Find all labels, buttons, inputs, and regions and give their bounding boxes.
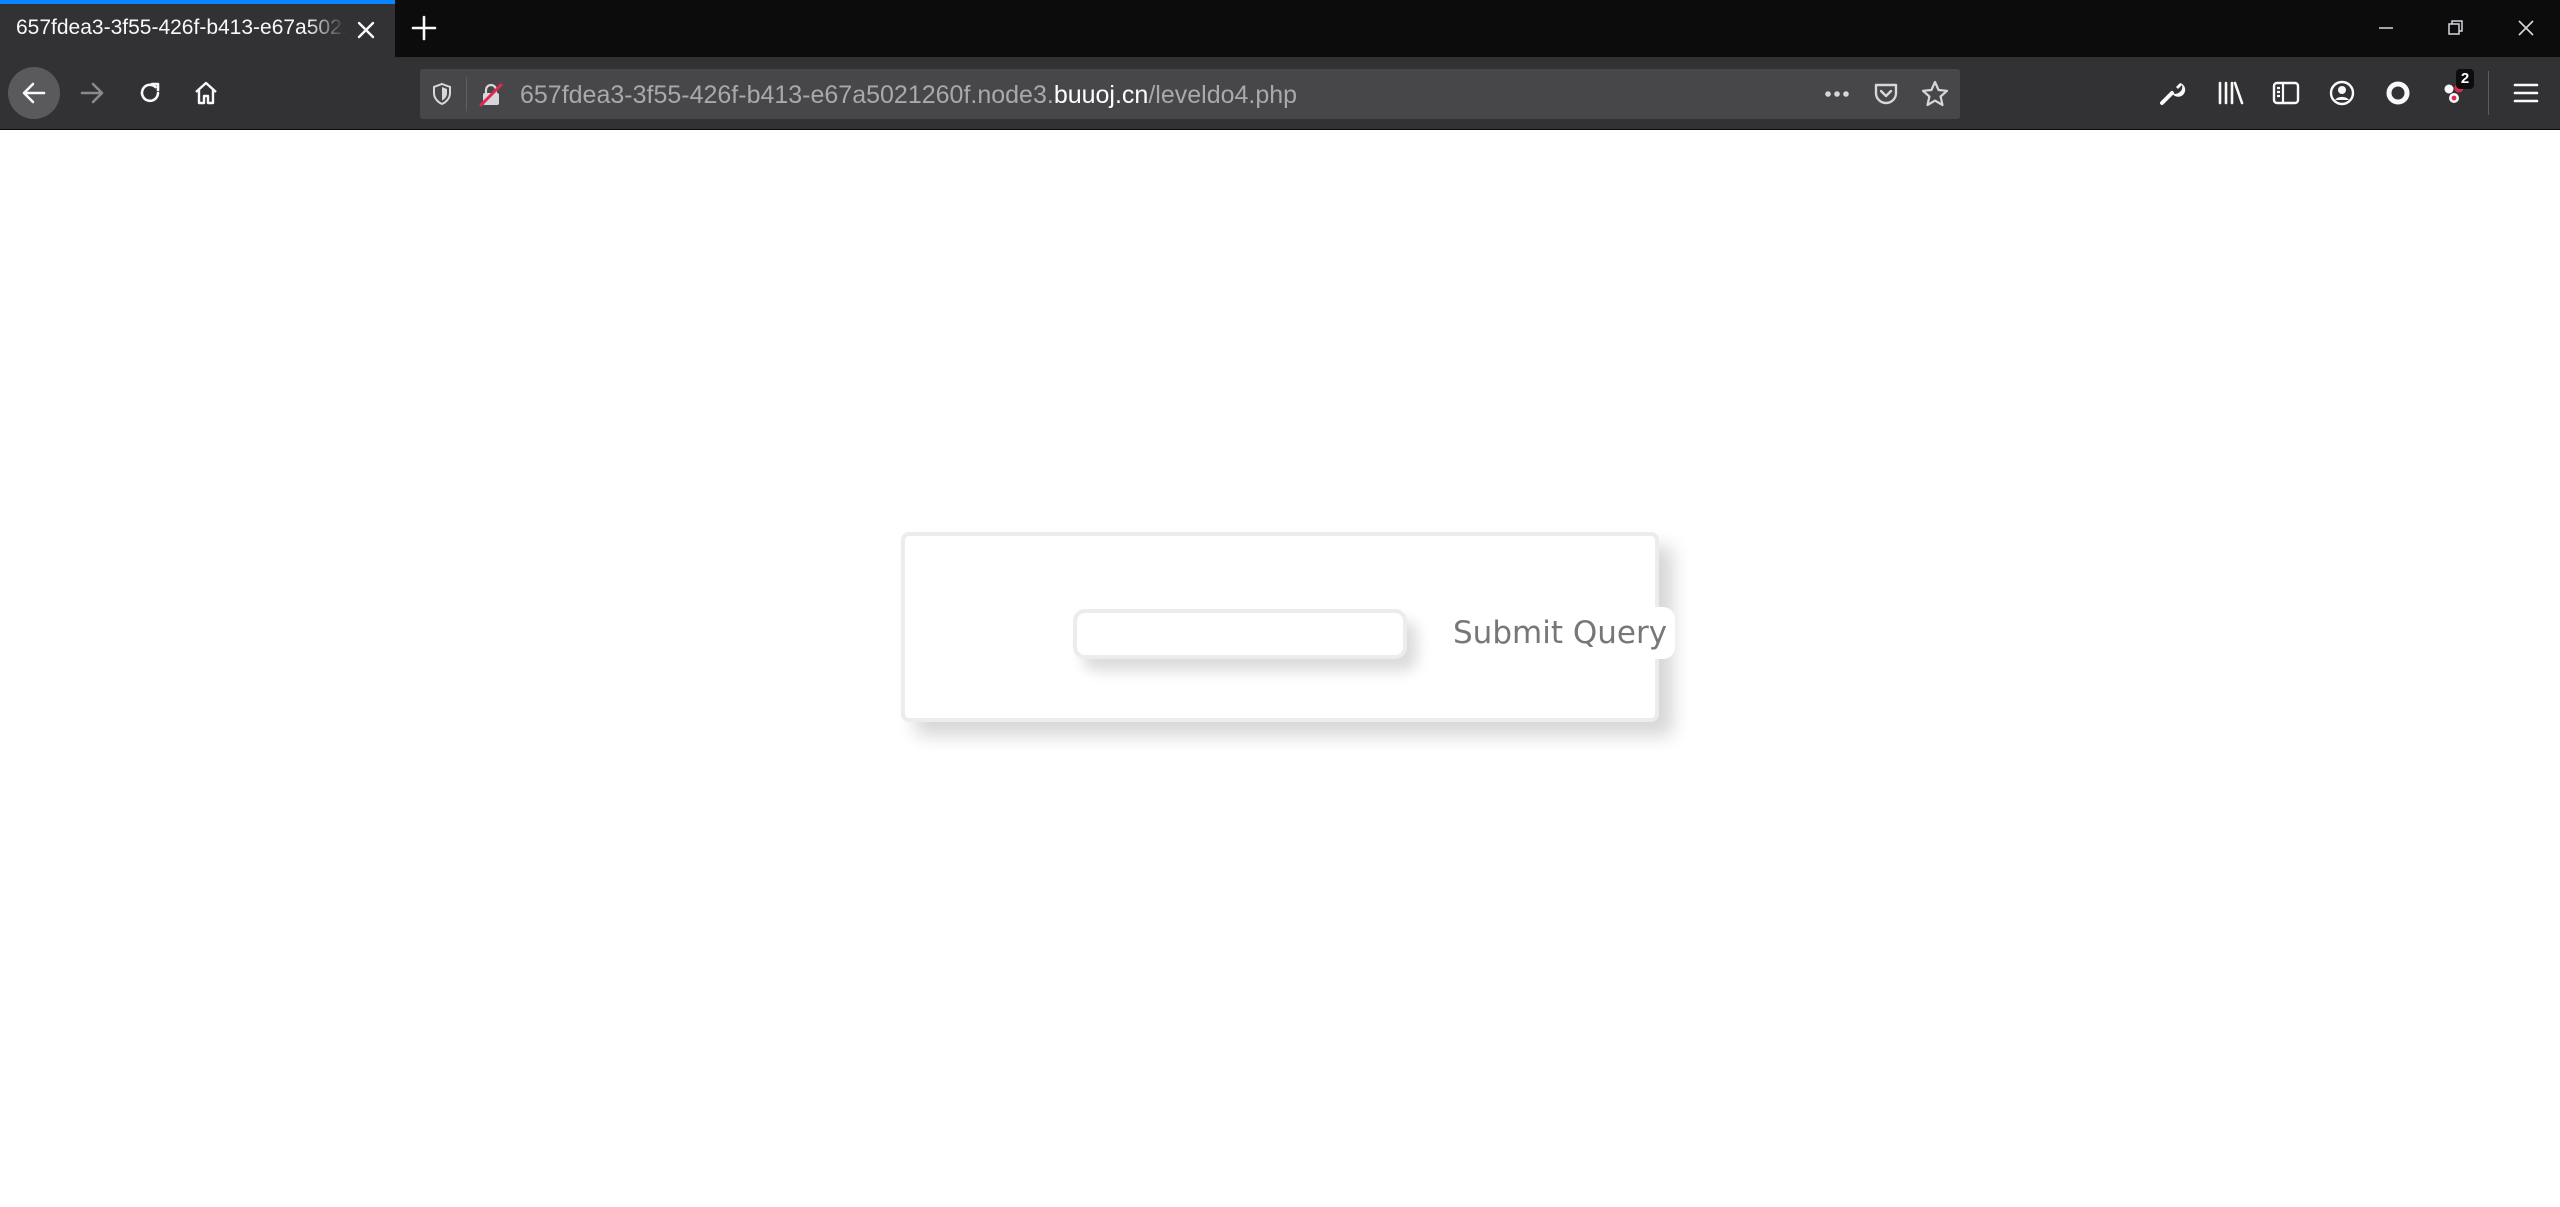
devtools-button[interactable]	[2154, 75, 2190, 111]
navigation-toolbar: 657fdea3-3f55-426f-b413-e67a5021260f.nod…	[0, 57, 2560, 130]
url-domain: buuoj.cn	[1053, 81, 1149, 109]
urlbar-divider	[466, 77, 467, 111]
star-icon[interactable]	[1920, 79, 1950, 114]
toolbar-separator	[2488, 71, 2489, 115]
extension-circle-button[interactable]	[2380, 75, 2416, 111]
hackbar-extension-button[interactable]: 2	[2436, 69, 2474, 111]
more-icon[interactable]	[1822, 81, 1852, 112]
sidebar-icon	[2272, 81, 2300, 105]
new-tab-button[interactable]	[406, 12, 442, 44]
wrench-icon	[2160, 83, 2186, 105]
page-content: Submit Query	[0, 130, 2560, 1207]
insecure-lock-icon[interactable]	[478, 82, 504, 113]
url-prefix: 657fdea3-3f55-426f-b413-e67a5021260f.nod…	[520, 81, 1054, 109]
library-button[interactable]	[2212, 75, 2248, 111]
forward-arrow-icon	[80, 82, 104, 104]
address-bar[interactable]: 657fdea3-3f55-426f-b413-e67a5021260f.nod…	[420, 69, 1960, 119]
account-icon	[2329, 80, 2355, 106]
close-window-button[interactable]	[2496, 10, 2556, 46]
submit-query-button[interactable]: Submit Query	[1445, 607, 1675, 659]
reload-icon	[140, 82, 160, 103]
account-button[interactable]	[2324, 75, 2360, 111]
extension-badge: 2	[2456, 69, 2474, 89]
back-arrow-icon	[22, 82, 46, 104]
circle-icon	[2386, 81, 2410, 105]
browser-window: 657fdea3-3f55-426f-b413-e67a5021260f.nod…	[0, 0, 2560, 1207]
active-tab[interactable]: 657fdea3-3f55-426f-b413-e67a5021260f.nod…	[0, 0, 395, 57]
forward-button[interactable]	[66, 67, 118, 119]
library-icon	[2218, 81, 2244, 105]
url-text[interactable]: 657fdea3-3f55-426f-b413-e67a5021260f.nod…	[520, 81, 1297, 110]
reload-button[interactable]	[124, 67, 176, 119]
home-icon	[195, 81, 217, 105]
tab-strip: 657fdea3-3f55-426f-b413-e67a5021260f.nod…	[0, 0, 2560, 57]
minimize-button[interactable]	[2356, 10, 2416, 46]
back-button[interactable]	[8, 67, 60, 119]
url-path: /leveldo4.php	[1148, 81, 1298, 109]
menu-button[interactable]	[2508, 75, 2544, 111]
pocket-icon[interactable]	[1872, 80, 1900, 113]
query-input[interactable]	[1073, 609, 1407, 659]
sidebar-button[interactable]	[2268, 75, 2304, 111]
query-form: Submit Query	[901, 532, 1675, 722]
restore-button[interactable]	[2426, 10, 2486, 46]
tab-title: 657fdea3-3f55-426f-b413-e67a5021260f.nod…	[16, 16, 346, 39]
close-tab-icon[interactable]	[352, 16, 380, 44]
hamburger-icon	[2513, 83, 2539, 103]
shield-icon[interactable]	[430, 82, 454, 111]
home-button[interactable]	[180, 67, 232, 119]
